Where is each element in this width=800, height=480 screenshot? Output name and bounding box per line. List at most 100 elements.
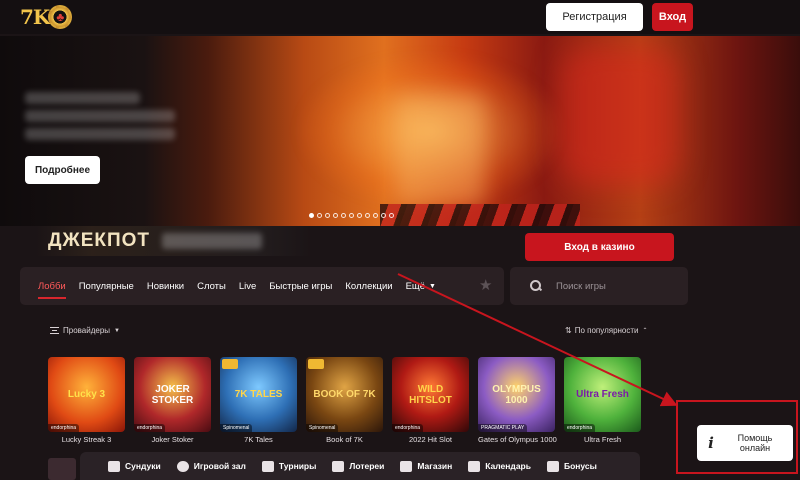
tab-more[interactable]: Ещё ▼: [406, 267, 436, 305]
star-icon[interactable]: ★: [479, 278, 492, 294]
category-nav: Лобби Популярные Новинки Слоты Live Быст…: [20, 267, 504, 305]
game-thumbnail[interactable]: Ultra Fresh endorphina: [564, 357, 641, 432]
game-card[interactable]: JOKER STOKER endorphina Joker Stoker: [134, 357, 211, 444]
hero-artwork: [395, 96, 485, 206]
sort-dropdown[interactable]: ⇅ По популярности ⌃: [565, 326, 648, 335]
slider-dot[interactable]: [341, 213, 346, 218]
games-grid: Lucky 3 endorphina Lucky Streak 3 JOKER …: [48, 357, 641, 444]
game-card[interactable]: OLYMPUS 1000 PRAGMATIC PLAY Gates of Oly…: [478, 357, 557, 444]
game-card[interactable]: WILD HITSLOT endorphina 2022 Hit Slot: [392, 357, 469, 444]
login-button[interactable]: Вход: [652, 3, 693, 31]
bottom-nav-lotteries[interactable]: Лотереи: [332, 460, 384, 472]
game-title: Lucky Streak 3: [61, 435, 112, 444]
game-logo: OLYMPUS 1000: [492, 383, 541, 406]
slider-dot[interactable]: [333, 213, 338, 218]
info-icon: i: [708, 434, 714, 452]
game-thumbnail[interactable]: OLYMPUS 1000 PRAGMATIC PLAY: [478, 357, 555, 432]
game-title: 7K Tales: [244, 435, 273, 444]
tab-popular[interactable]: Популярные: [79, 267, 134, 305]
chest-icon: [108, 460, 120, 472]
chip-icon: ♣: [48, 5, 73, 29]
tab-new[interactable]: Новинки: [147, 267, 184, 305]
game-title: Gates of Olympus 1000: [478, 435, 557, 444]
game-logo: Ultra Fresh: [576, 389, 629, 400]
help-label: Помощь онлайн: [725, 433, 785, 453]
crown-badge-icon: [308, 359, 324, 369]
slider-dot[interactable]: [309, 213, 314, 218]
tab-lobby[interactable]: Лобби: [38, 267, 66, 305]
filter-icon: [50, 327, 59, 334]
slider-dot[interactable]: [365, 213, 370, 218]
game-logo: 7K TALES: [234, 389, 283, 400]
slider-dot[interactable]: [349, 213, 354, 218]
provider-tag: endorphina: [564, 424, 596, 432]
provider-tag: endorphina: [392, 424, 424, 432]
game-thumbnail[interactable]: BOOK OF 7K Spinomenal: [306, 357, 383, 432]
slider-dot[interactable]: [381, 213, 386, 218]
logo-text: 7K: [20, 5, 50, 29]
bottom-nav-label: Турниры: [278, 461, 317, 471]
tab-slots[interactable]: Слоты: [197, 267, 226, 305]
bottom-nav-chests[interactable]: Сундуки: [108, 460, 161, 472]
bottom-nav-calendar[interactable]: Календарь: [468, 460, 531, 472]
bag-icon: [400, 460, 413, 472]
provider-tag: Spinomenal: [220, 424, 253, 432]
slider-dot[interactable]: [317, 213, 322, 218]
jackpot-banner: ДЖЕКПОТ: [36, 226, 312, 256]
game-logo: BOOK OF 7K: [313, 389, 376, 400]
calendar-icon: [468, 460, 481, 472]
bottom-nav-label: Игровой зал: [193, 461, 246, 471]
game-card-peek[interactable]: [48, 458, 76, 480]
tab-fast-games[interactable]: Быстрые игры: [269, 267, 332, 305]
game-title: Ultra Fresh: [583, 435, 622, 444]
game-thumbnail[interactable]: 7K TALES Spinomenal: [220, 357, 297, 432]
game-card[interactable]: BOOK OF 7K Spinomenal Book of 7K: [306, 357, 383, 444]
game-logo: JOKER STOKER: [151, 383, 194, 406]
tab-live[interactable]: Live: [239, 267, 256, 305]
bottom-nav-bonuses[interactable]: Бонусы: [546, 460, 597, 472]
hero-banner[interactable]: Подробнее: [0, 36, 800, 226]
tab-collections[interactable]: Коллекции: [345, 267, 392, 305]
hero-artwork-red: [560, 46, 680, 186]
crown-badge-icon: [222, 359, 238, 369]
game-card[interactable]: Ultra Fresh endorphina Ultra Fresh: [564, 357, 641, 444]
slider-dot[interactable]: [325, 213, 330, 218]
jackpot-label: ДЖЕКПОТ: [48, 230, 151, 251]
slider-dot[interactable]: [373, 213, 378, 218]
ticket-icon: [332, 460, 345, 472]
sort-label: По популярности: [574, 326, 639, 335]
search-box[interactable]: [510, 267, 688, 305]
game-thumbnail[interactable]: JOKER STOKER endorphina: [134, 357, 211, 432]
bottom-nav-shop[interactable]: Магазин: [400, 460, 452, 472]
enter-casino-button[interactable]: Вход в казино: [525, 233, 674, 261]
chevron-down-icon: ▼: [429, 282, 436, 290]
game-card[interactable]: 7K TALES Spinomenal 7K Tales: [220, 357, 297, 444]
game-title: Joker Stoker: [151, 435, 194, 444]
game-thumbnail[interactable]: WILD HITSLOT endorphina: [392, 357, 469, 432]
provider-tag: endorphina: [48, 424, 80, 432]
slider-dot[interactable]: [389, 213, 394, 218]
bottom-nav-bar: Сундуки Игровой зал Турниры Лотереи Мага…: [80, 452, 640, 480]
bottom-nav-game-hall[interactable]: Игровой зал: [176, 460, 246, 472]
bottom-nav-tournaments[interactable]: Турниры: [261, 460, 317, 472]
help-label-line2: онлайн: [739, 443, 771, 453]
providers-filter[interactable]: Провайдеры ▼: [50, 326, 120, 335]
trophy-icon: [261, 460, 274, 472]
tab-more-label: Ещё: [405, 280, 426, 292]
register-button[interactable]: Регистрация: [546, 3, 643, 31]
game-card[interactable]: Lucky 3 endorphina Lucky Streak 3: [48, 357, 125, 444]
game-thumbnail[interactable]: Lucky 3 endorphina: [48, 357, 125, 432]
site-logo[interactable]: 7K ♣: [20, 2, 73, 32]
hero-blurred-text: [25, 128, 175, 140]
provider-tag: PRAGMATIC PLAY: [478, 424, 528, 432]
bottom-nav-label: Календарь: [485, 461, 531, 471]
slider-dot[interactable]: [357, 213, 362, 218]
hero-blurred-text: [25, 110, 175, 122]
search-input[interactable]: [556, 280, 676, 292]
more-button[interactable]: Подробнее: [25, 156, 100, 184]
chip-icon: [176, 460, 189, 472]
slider-dots: [309, 213, 394, 218]
online-help-button[interactable]: i Помощь онлайн: [697, 425, 793, 461]
game-title: 2022 Hit Slot: [409, 435, 452, 444]
top-bar: 7K ♣ Регистрация Вход: [0, 0, 800, 34]
